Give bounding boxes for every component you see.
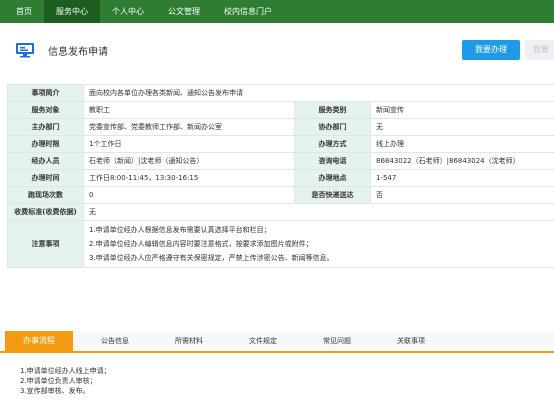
tab-materials[interactable]: 所需材料	[175, 331, 203, 351]
apply-button[interactable]: 我要办理	[462, 40, 520, 60]
summary-value: 面向校内各单位办理各类新闻、通知公告发布申请	[83, 84, 554, 102]
nav-item-service-center[interactable]: 服务中心	[44, 0, 100, 23]
deadline-label: 办理时限	[7, 135, 84, 153]
place-label: 办理地点	[294, 169, 371, 187]
service-info-table: 事项简介 面向校内各单位办理各类新闻、通知公告发布申请 服务对象 教职工 服务类…	[7, 84, 554, 268]
visits-value: 0	[83, 186, 295, 204]
nav-item-campus-portal[interactable]: 校内信息门户	[212, 0, 284, 23]
phone-label: 咨询电话	[294, 152, 371, 170]
top-nav: 首页 服务中心 个人中心 公文管理 校内信息门户	[0, 0, 554, 23]
note-item: 1.申请单位经办人根据信息发布需要认真选择平台和栏目；	[89, 226, 271, 234]
list-item: 2.申请单位负责人审核；	[20, 377, 97, 385]
list-item: 1.申请单位经办人线上申请；	[20, 367, 111, 375]
time-label: 办理时间	[7, 169, 84, 187]
time-value: 工作日8:00-11:45，13:30-16:15	[83, 169, 295, 187]
tab-docs[interactable]: 文件规定	[249, 331, 277, 351]
handler-label: 经办人员	[7, 152, 84, 170]
visits-label: 跑现场次数	[7, 186, 84, 204]
note-item: 3.申请单位经办人应严格遵守有关保密规定，严禁上传涉密公告、新闻等信息。	[89, 254, 334, 262]
table-row: 经办人员 石老师（新闻）|沈老师（通知公告） 咨询电话 86843022（石老师…	[7, 152, 554, 170]
note-item: 2.申请单位经办人编辑信息内容时要注意格式，按要求添加图片或附件；	[89, 240, 313, 248]
method-label: 办理方式	[294, 135, 371, 153]
target-label: 服务对象	[7, 101, 84, 119]
nav-item-personal-center[interactable]: 个人中心	[100, 0, 156, 23]
method-value: 线上办理	[370, 135, 554, 153]
secondary-button[interactable]: 我要	[525, 40, 554, 60]
nav-item-document-management[interactable]: 公文管理	[156, 0, 212, 23]
detail-tabs: 办事流程 公告信息 所需材料 文件规定 常见问题 关联事项	[0, 331, 554, 353]
co-dept-value: 无	[370, 118, 554, 136]
category-value: 新闻宣传	[370, 101, 554, 119]
phone-value: 86843022（石老师）|86843024（沈老师）	[370, 152, 554, 170]
summary-label: 事项简介	[7, 84, 84, 102]
table-row: 收费标准(收费依据) 无	[7, 203, 554, 221]
target-value: 教职工	[83, 101, 295, 119]
tab-faq[interactable]: 常见问题	[323, 331, 351, 351]
express-value: 否	[370, 186, 554, 204]
page-header: 信息发布申请 我要办理 我要	[0, 33, 554, 67]
fee-value: 无	[83, 203, 554, 221]
table-row: 跑现场次数 0 是否快递送达 否	[7, 186, 554, 204]
place-value: 1-547	[370, 169, 554, 187]
notes-value: 1.申请单位经办人根据信息发布需要认真选择平台和栏目； 2.申请单位经办人编辑信…	[83, 220, 554, 268]
table-row: 办理时限 1个工作日 办理方式 线上办理	[7, 135, 554, 153]
handler-value: 石老师（新闻）|沈老师（通知公告）	[83, 152, 295, 170]
table-row: 主办部门 党委宣传部、党委教师工作部、新闻办公室 协办部门 无	[7, 118, 554, 136]
express-label: 是否快递送达	[294, 186, 371, 204]
tab-notice[interactable]: 公告信息	[101, 331, 129, 351]
process-steps: 1.申请单位经办人线上申请； 2.申请单位负责人审核； 3.宣传部审核、发布。	[20, 366, 111, 396]
category-label: 服务类别	[294, 101, 371, 119]
monitor-icon	[15, 42, 35, 58]
table-row: 注意事项 1.申请单位经办人根据信息发布需要认真选择平台和栏目； 2.申请单位经…	[7, 220, 554, 268]
co-dept-label: 协办部门	[294, 118, 371, 136]
tab-process[interactable]: 办事流程	[5, 331, 73, 351]
dept-label: 主办部门	[7, 118, 84, 136]
nav-item-home[interactable]: 首页	[4, 0, 44, 23]
tab-related[interactable]: 关联事项	[397, 331, 425, 351]
table-row: 服务对象 教职工 服务类别 新闻宣传	[7, 101, 554, 119]
table-row: 办理时间 工作日8:00-11:45，13:30-16:15 办理地点 1-54…	[7, 169, 554, 187]
fee-label: 收费标准(收费依据)	[7, 203, 84, 221]
table-row: 事项简介 面向校内各单位办理各类新闻、通知公告发布申请	[7, 84, 554, 102]
list-item: 3.宣传部审核、发布。	[20, 387, 90, 395]
dept-value: 党委宣传部、党委教师工作部、新闻办公室	[83, 118, 295, 136]
deadline-value: 1个工作日	[83, 135, 295, 153]
notes-label: 注意事项	[7, 220, 84, 268]
page-title: 信息发布申请	[48, 47, 108, 58]
